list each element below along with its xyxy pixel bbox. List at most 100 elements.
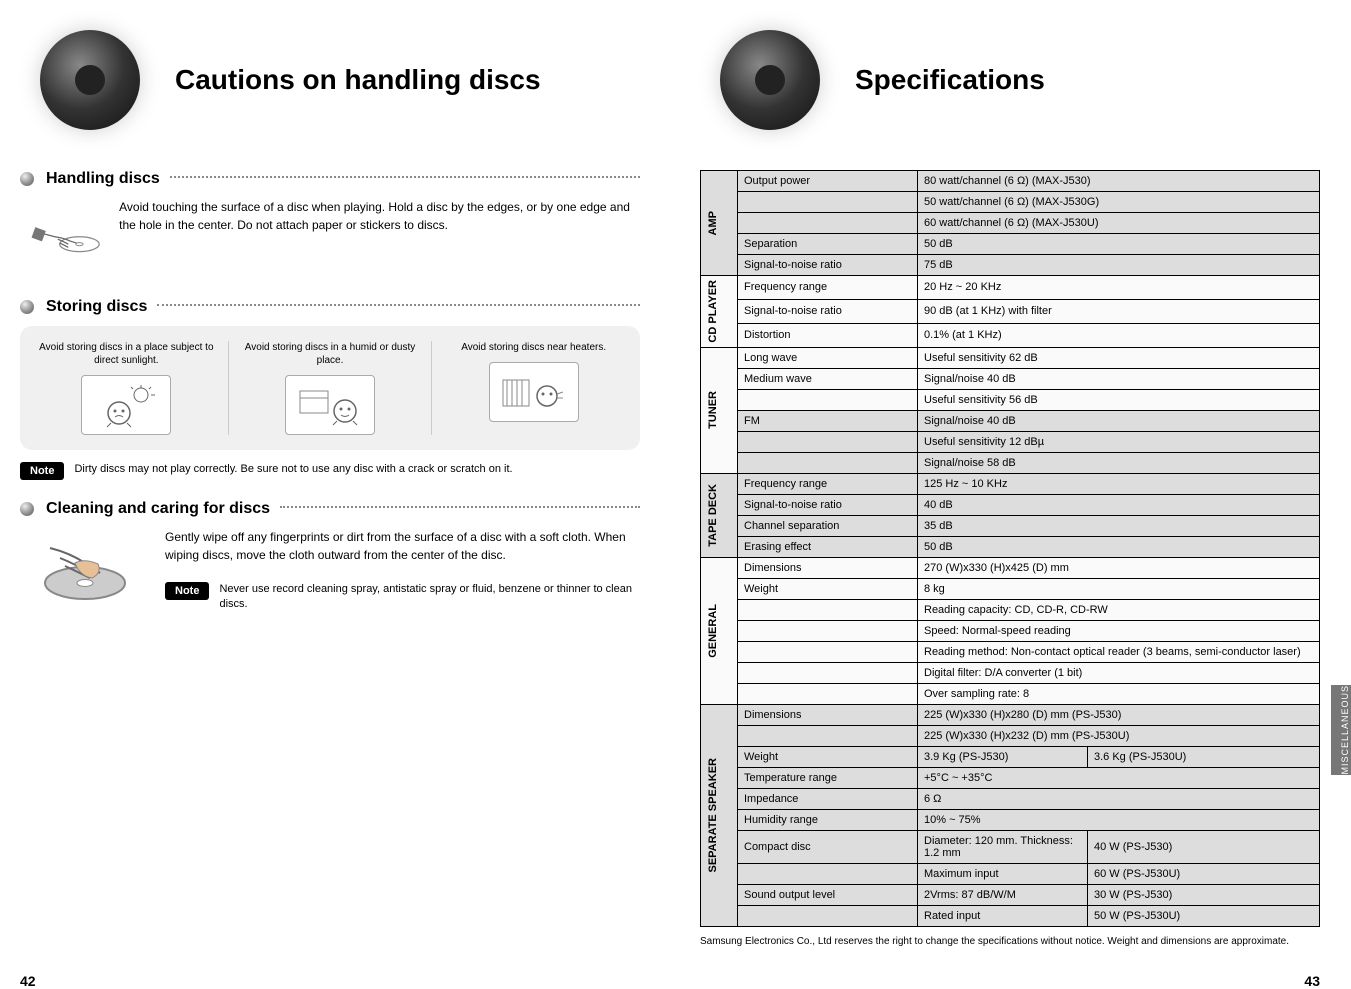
spec-label: Frequency range <box>738 276 918 300</box>
section-cleaning-title: Cleaning and caring for discs <box>46 500 270 518</box>
right-page-number: 43 <box>1304 973 1320 989</box>
group-label: TAPE DECK <box>707 484 719 547</box>
spec-value: Reading method: Non-contact optical read… <box>918 641 1320 662</box>
dusty-cartoon-icon <box>285 375 375 435</box>
spec-label <box>738 725 918 746</box>
table-row: Digital filter: D/A converter (1 bit) <box>701 662 1320 683</box>
cleaning-note-text: Never use record cleaning spray, antista… <box>219 582 640 613</box>
table-row: Medium waveSignal/noise 40 dB <box>701 368 1320 389</box>
spec-value: Signal/noise 58 dB <box>918 452 1320 473</box>
group-label: GENERAL <box>707 604 719 658</box>
spec-label <box>738 905 918 926</box>
table-row: 225 (W)x330 (H)x232 (D) mm (PS-J530U) <box>701 725 1320 746</box>
spec-value: 80 watt/channel (6 Ω) (MAX-J530) <box>918 171 1320 192</box>
left-page-number: 42 <box>20 973 36 989</box>
spec-value: Rated input <box>918 905 1088 926</box>
table-row: Useful sensitivity 12 dBµ <box>701 431 1320 452</box>
table-row: Rated input50 W (PS-J530U) <box>701 905 1320 926</box>
spec-label <box>738 192 918 213</box>
spec-value: 40 W (PS-J530) <box>1088 830 1320 863</box>
note-badge: Note <box>20 462 64 480</box>
spec-label: Erasing effect <box>738 536 918 557</box>
spec-label: Impedance <box>738 788 918 809</box>
spec-value: 10% ~ 75% <box>918 809 1320 830</box>
spec-value: 90 dB (at 1 KHz) with filter <box>918 299 1320 323</box>
spec-label: Temperature range <box>738 767 918 788</box>
spec-value: Maximum input <box>918 863 1088 884</box>
right-header: Specifications <box>700 10 1320 150</box>
spec-value: Reading capacity: CD, CD-R, CD-RW <box>918 599 1320 620</box>
spec-value: Speed: Normal-speed reading <box>918 620 1320 641</box>
spec-label: FM <box>738 410 918 431</box>
table-row: Channel separation35 dB <box>701 515 1320 536</box>
spec-label: Frequency range <box>738 473 918 494</box>
section-storing-head: Storing discs <box>20 298 640 316</box>
spec-value: 2Vrms: 87 dB/W/M <box>918 884 1088 905</box>
table-row: FMSignal/noise 40 dB <box>701 410 1320 431</box>
table-row: Sound output level2Vrms: 87 dB/W/M30 W (… <box>701 884 1320 905</box>
spec-value: 225 (W)x330 (H)x280 (D) mm (PS-J530) <box>918 704 1320 725</box>
table-row: Over sampling rate: 8 <box>701 683 1320 704</box>
spec-label <box>738 620 918 641</box>
table-row: CD PLAYERFrequency range20 Hz ~ 20 KHz <box>701 276 1320 300</box>
spec-label: Signal-to-noise ratio <box>738 255 918 276</box>
spec-value: 50 dB <box>918 234 1320 255</box>
spec-value: 50 watt/channel (6 Ω) (MAX-J530G) <box>918 192 1320 213</box>
left-header: Cautions on handling discs <box>20 10 640 150</box>
storing-col3-text: Avoid storing discs near heaters. <box>442 341 625 354</box>
table-row: 60 watt/channel (6 Ω) (MAX-J530U) <box>701 213 1320 234</box>
spec-label: Weight <box>738 746 918 767</box>
spec-value: 50 W (PS-J530U) <box>1088 905 1320 926</box>
spec-value: 20 Hz ~ 20 KHz <box>918 276 1320 300</box>
section-cleaning-head: Cleaning and caring for discs <box>20 500 640 518</box>
spec-label: Sound output level <box>738 884 918 905</box>
spec-value: 125 Hz ~ 10 KHz <box>918 473 1320 494</box>
table-row: TAPE DECKFrequency range125 Hz ~ 10 KHz <box>701 473 1320 494</box>
table-row: Weight3.9 Kg (PS-J530)3.6 Kg (PS-J530U) <box>701 746 1320 767</box>
bullet-icon <box>20 300 34 314</box>
spec-label: Separation <box>738 234 918 255</box>
table-row: Distortion0.1% (at 1 KHz) <box>701 323 1320 347</box>
table-row: AMPOutput power80 watt/channel (6 Ω) (MA… <box>701 171 1320 192</box>
section-handling-head: Handling discs <box>20 170 640 188</box>
spec-label <box>738 599 918 620</box>
spec-value: 3.6 Kg (PS-J530U) <box>1088 746 1320 767</box>
table-row: Signal-to-noise ratio40 dB <box>701 494 1320 515</box>
spec-value: 75 dB <box>918 255 1320 276</box>
bullet-icon <box>20 502 34 516</box>
heater-cartoon-icon <box>489 362 579 422</box>
spec-value: Useful sensitivity 62 dB <box>918 347 1320 368</box>
group-label: SEPARATE SPEAKER <box>707 758 719 873</box>
spec-footnote: Samsung Electronics Co., Ltd reserves th… <box>700 935 1320 949</box>
spec-label: Medium wave <box>738 368 918 389</box>
table-row: SEPARATE SPEAKERDimensions225 (W)x330 (H… <box>701 704 1320 725</box>
spec-label: Dimensions <box>738 704 918 725</box>
spec-value: Signal/noise 40 dB <box>918 410 1320 431</box>
spec-value: 225 (W)x330 (H)x232 (D) mm (PS-J530U) <box>918 725 1320 746</box>
spec-value: 0.1% (at 1 KHz) <box>918 323 1320 347</box>
spec-label: Dimensions <box>738 557 918 578</box>
spec-value: 50 dB <box>918 536 1320 557</box>
table-row: Erasing effect50 dB <box>701 536 1320 557</box>
left-page-title: Cautions on handling discs <box>175 64 541 96</box>
spec-value: Over sampling rate: 8 <box>918 683 1320 704</box>
sunlight-cartoon-icon <box>81 375 171 435</box>
table-row: Maximum input60 W (PS-J530U) <box>701 863 1320 884</box>
speaker-logo-icon <box>700 10 840 150</box>
spec-value: +5°C ~ +35°C <box>918 767 1320 788</box>
spec-value: 40 dB <box>918 494 1320 515</box>
cleaning-text: Gently wipe off any fingerprints or dirt… <box>165 528 640 564</box>
group-label: CD PLAYER <box>707 280 719 343</box>
spec-label <box>738 863 918 884</box>
side-tab-misc: MISCELLANEOUS <box>1331 685 1351 775</box>
table-row: Speed: Normal-speed reading <box>701 620 1320 641</box>
spec-label: Signal-to-noise ratio <box>738 494 918 515</box>
table-row: 50 watt/channel (6 Ω) (MAX-J530G) <box>701 192 1320 213</box>
spec-value: Diameter: 120 mm. Thickness: 1.2 mm <box>918 830 1088 863</box>
table-row: TUNERLong waveUseful sensitivity 62 dB <box>701 347 1320 368</box>
spec-label: Signal-to-noise ratio <box>738 299 918 323</box>
table-row: Reading capacity: CD, CD-R, CD-RW <box>701 599 1320 620</box>
table-row: Weight8 kg <box>701 578 1320 599</box>
note-badge: Note <box>165 582 209 600</box>
spec-table: AMPOutput power80 watt/channel (6 Ω) (MA… <box>700 170 1320 927</box>
